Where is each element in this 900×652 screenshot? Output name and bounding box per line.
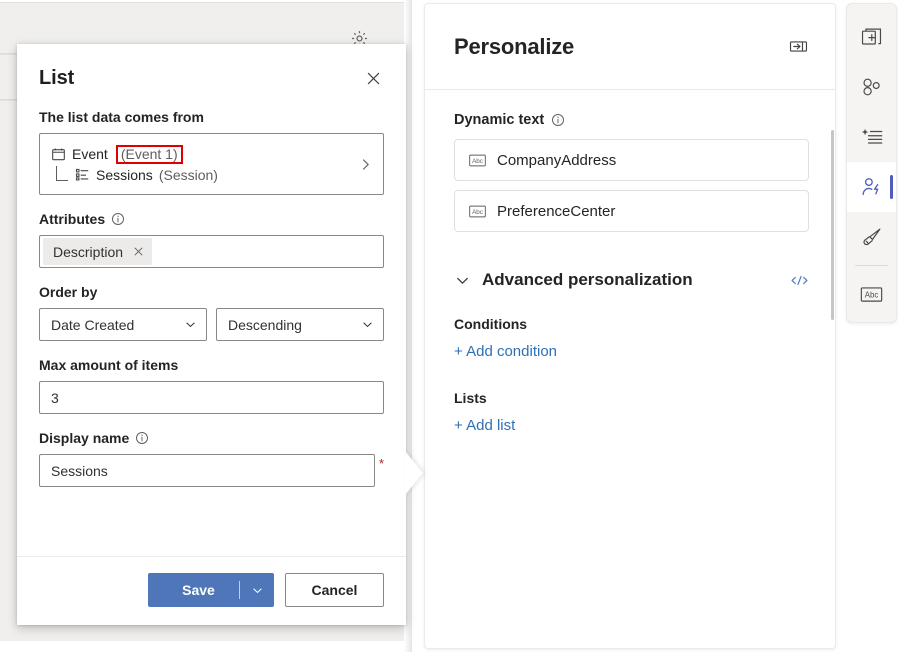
chevron-down-icon [184,318,197,331]
dynamic-text-item[interactable]: Abc PreferenceCenter [454,190,809,232]
dynamic-text-item[interactable]: Abc CompanyAddress [454,139,809,181]
panel-collapse-icon[interactable] [785,34,811,60]
max-items-label: Max amount of items [39,355,384,375]
chevron-down-icon[interactable] [240,584,274,597]
data-source-field: The list data comes from Event (Event [39,107,384,195]
dynamic-text-item-label: CompanyAddress [497,152,616,169]
data-source-parent-qualifier-highlight: (Event 1) [116,145,183,164]
text-abc-icon[interactable]: Abc [847,269,896,319]
close-icon[interactable] [133,246,144,257]
data-source-label-text: The list data comes from [39,107,204,127]
svg-text:Abc: Abc [472,158,483,165]
data-source-parent-qualifier: (Event 1) [121,146,178,162]
editor-tool-rail: Abc [846,3,897,323]
dialog-body: The list data comes from Event (Event [17,97,406,556]
pane-seam [411,0,425,652]
close-icon[interactable] [358,63,388,93]
personalize-panel: Personalize Dynamic text [424,3,836,649]
data-source-child-name: Sessions [96,166,153,184]
dialog-callout-beak [405,451,423,495]
svg-text:Abc: Abc [472,209,483,216]
tree-elbow-icon [56,166,68,181]
attributes-input[interactable]: Description [39,235,384,268]
info-icon[interactable] [111,212,125,226]
abc-text-icon: Abc [469,205,486,218]
add-condition-link[interactable]: + Add condition [454,343,557,360]
info-icon[interactable] [135,431,149,445]
order-by-label-text: Order by [39,282,97,302]
display-name-label: Display name [39,428,384,448]
attribute-token-label: Description [53,244,123,260]
chevron-down-icon [361,318,374,331]
data-source-child-qualifier: (Session) [159,166,218,184]
brand-content-icon[interactable] [847,112,896,162]
data-source-picker[interactable]: Event (Event 1) [39,133,384,195]
display-name-field: Display name Sessions * [39,428,384,487]
dialog-footer: Save Cancel [17,556,406,625]
attribute-token[interactable]: Description [43,238,152,265]
layout-blocks-icon[interactable] [847,62,896,112]
dialog-header: List [17,44,406,97]
order-by-direction-value: Descending [228,317,302,333]
list-dialog: List The list data comes from [17,44,406,625]
personalize-panel-body: Dynamic text Abc CompanyAddress [425,90,835,464]
attributes-label: Attributes [39,209,384,229]
advanced-personalization-toggle[interactable]: Advanced personalization [454,270,693,290]
list-bullet-icon [75,167,90,182]
order-by-field-select[interactable]: Date Created [39,308,207,341]
advanced-personalization-title: Advanced personalization [482,270,693,290]
max-items-input[interactable]: 3 [39,381,384,414]
data-source-parent-name: Event [72,145,108,163]
dynamic-text-label-text: Dynamic text [454,112,544,128]
personalize-panel-header: Personalize [425,4,835,90]
code-brackets-icon[interactable] [790,273,809,288]
add-list-link[interactable]: + Add list [454,417,515,434]
personalize-person-icon[interactable] [847,162,896,212]
chevron-right-icon[interactable] [352,157,373,172]
calendar-icon [51,147,66,162]
dynamic-text-label: Dynamic text [454,112,809,128]
attributes-label-text: Attributes [39,209,105,229]
max-items-field: Max amount of items 3 [39,355,384,414]
svg-text:Abc: Abc [865,290,879,299]
advanced-personalization-header[interactable]: Advanced personalization [454,270,809,290]
dialog-title: List [39,66,74,90]
attributes-field: Attributes Description [39,209,384,268]
max-items-label-text: Max amount of items [39,355,178,375]
chevron-down-icon [454,272,471,289]
data-source-parent-row: Event (Event 1) [51,145,352,164]
order-by-direction-select[interactable]: Descending [216,308,384,341]
data-source-label: The list data comes from [39,107,384,127]
cancel-button-label: Cancel [312,582,358,598]
lists-label: Lists [454,390,809,406]
order-by-field-value: Date Created [51,317,134,333]
styles-brush-icon[interactable] [847,212,896,262]
order-by-label: Order by [39,282,384,302]
cancel-button[interactable]: Cancel [285,573,384,607]
dynamic-text-item-label: PreferenceCenter [497,203,615,220]
display-name-input[interactable]: Sessions [39,454,375,487]
page-title: Personalize [454,34,574,60]
data-source-child-row: Sessions (Session) [51,166,352,184]
info-icon[interactable] [551,113,565,127]
required-marker: * [379,457,384,471]
add-element-icon[interactable] [847,12,896,62]
rail-divider [855,265,888,266]
data-source-lines: Event (Event 1) [51,145,352,184]
order-by-row: Date Created Descending [39,308,384,341]
save-button-label: Save [148,582,239,598]
order-by-field: Order by Date Created Descending [39,282,384,341]
abc-text-icon: Abc [469,154,486,167]
save-button[interactable]: Save [148,573,274,607]
display-name-row: Sessions * [39,454,384,487]
conditions-label: Conditions [454,316,809,332]
panel-scrollbar[interactable] [831,130,834,320]
display-name-label-text: Display name [39,428,129,448]
